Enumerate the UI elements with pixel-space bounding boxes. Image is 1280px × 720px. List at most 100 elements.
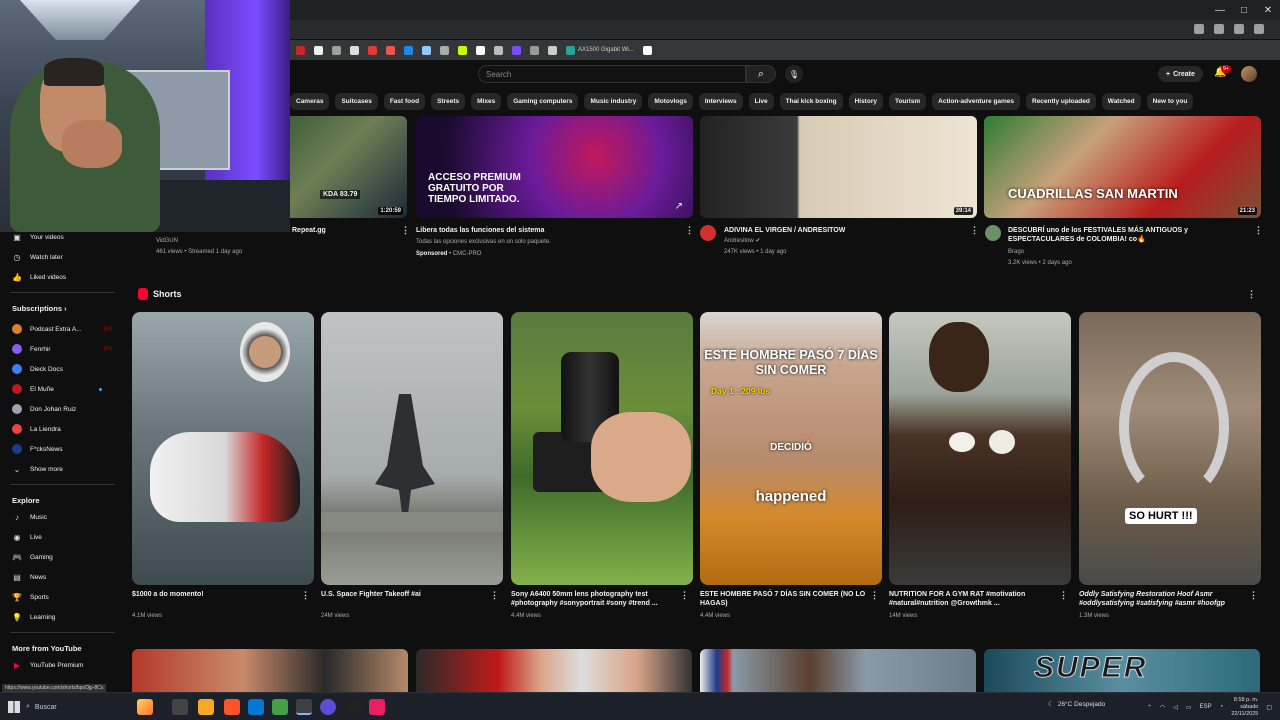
video-thumbnail[interactable]: KDA 83.79 1:20:59 bbox=[290, 116, 407, 218]
bookmark-icon[interactable] bbox=[332, 45, 341, 55]
sidebar-item-subscription[interactable]: F*cksNews bbox=[12, 442, 112, 456]
chip[interactable]: Music industry bbox=[584, 93, 643, 110]
chip[interactable]: Watched bbox=[1101, 93, 1141, 110]
bookmark-icon[interactable] bbox=[512, 45, 521, 55]
chip[interactable]: Streets bbox=[431, 93, 466, 110]
external-link-icon[interactable]: ↗ bbox=[675, 201, 683, 212]
more-vert-icon[interactable]: ⋮ bbox=[301, 590, 310, 601]
windows-start-icon[interactable] bbox=[8, 701, 20, 713]
video-title[interactable]: ADIVINA EL VIRGEN / ANDRESITOW bbox=[724, 226, 964, 235]
tiktok-icon[interactable] bbox=[369, 699, 385, 715]
weather-widget[interactable]: ☾ 26°C Despejado bbox=[1048, 700, 1105, 709]
notification-center-icon[interactable]: ▢ bbox=[1266, 704, 1272, 711]
more-vert-icon[interactable]: ⋮ bbox=[680, 590, 689, 601]
channel-name[interactable]: VidGUN bbox=[156, 237, 178, 245]
bookmark-star-icon[interactable] bbox=[1234, 24, 1244, 34]
search-input[interactable]: Search bbox=[478, 65, 746, 83]
short-thumbnail[interactable] bbox=[889, 312, 1071, 585]
chip[interactable]: Cameras bbox=[290, 93, 330, 110]
sidebar-item-youtube-premium[interactable]: ▶ YouTube Premium bbox=[12, 658, 83, 672]
bookmark-icon[interactable] bbox=[548, 45, 557, 55]
video-thumbnail[interactable] bbox=[132, 649, 408, 692]
bookmark-icon[interactable] bbox=[422, 45, 431, 55]
close-window-button[interactable]: ✕ bbox=[1256, 0, 1280, 20]
chip[interactable]: Recently uploaded bbox=[1026, 93, 1096, 110]
brave-icon[interactable] bbox=[224, 699, 240, 715]
chip[interactable]: New to you bbox=[1146, 93, 1194, 110]
avatar[interactable] bbox=[1241, 66, 1257, 82]
bookmark-icon[interactable] bbox=[440, 45, 449, 55]
chip[interactable]: Tourism bbox=[888, 93, 927, 110]
chrome-icon[interactable] bbox=[296, 699, 312, 715]
minimize-button[interactable]: — bbox=[1208, 0, 1232, 20]
sidebar-item-watch-later[interactable]: ◷ Watch later bbox=[12, 250, 63, 264]
chevron-up-icon[interactable]: ⌃ bbox=[1147, 704, 1152, 711]
sidebar-item-subscription[interactable]: El Muñe bbox=[12, 382, 102, 396]
translate-icon[interactable] bbox=[1194, 24, 1204, 34]
search-button[interactable]: ⌕ bbox=[746, 65, 776, 83]
more-vert-icon[interactable]: ⋮ bbox=[685, 225, 694, 236]
cast-icon[interactable] bbox=[1214, 24, 1224, 34]
sidebar-item-subscription[interactable]: Fenrhir ((•)) bbox=[12, 342, 112, 356]
bookmark-router[interactable]: AX1500 Gigabit Wi... bbox=[566, 45, 634, 55]
short-thumbnail[interactable]: ESTE HOMBRE PASÓ 7 DÍAS SIN COMER Day 1 … bbox=[700, 312, 882, 585]
sidebar-item-gaming[interactable]: 🎮 Gaming bbox=[12, 550, 53, 564]
channel-avatar[interactable] bbox=[985, 225, 1001, 241]
bookmark-icon[interactable] bbox=[494, 45, 503, 55]
channel-name[interactable]: Andresitow ✔ bbox=[724, 237, 760, 245]
voice-search-button[interactable]: 🎙 bbox=[785, 65, 803, 83]
bookmark-icon[interactable] bbox=[476, 45, 485, 55]
sidebar-show-more[interactable]: ⌄ Show more bbox=[12, 462, 63, 476]
sidebar-item-subscription[interactable]: Podcast Extra A... ((•)) bbox=[12, 322, 112, 336]
short-thumbnail[interactable] bbox=[511, 312, 693, 585]
video-title[interactable]: DESCUBRÍ uno de los FESTIVALES MÁS ANTIG… bbox=[1008, 226, 1243, 244]
more-vert-icon[interactable]: ⋮ bbox=[870, 590, 879, 601]
bookmark-icon[interactable] bbox=[530, 45, 539, 55]
chip[interactable]: History bbox=[848, 93, 883, 110]
sidebar-item-news[interactable]: ▤ News bbox=[12, 570, 46, 584]
sidebar-item-learning[interactable]: 💡 Learning bbox=[12, 610, 55, 624]
wifi-status-icon[interactable]: ◔ bbox=[1220, 704, 1224, 710]
video-thumbnail[interactable]: 39:14 bbox=[700, 116, 977, 218]
obs-icon[interactable] bbox=[320, 699, 336, 715]
video-thumbnail[interactable] bbox=[416, 649, 692, 692]
more-vert-icon[interactable]: ⋮ bbox=[1059, 590, 1068, 601]
bookmark-icon[interactable] bbox=[314, 45, 323, 55]
bookmark-icon[interactable] bbox=[458, 45, 467, 55]
create-button[interactable]: + Create bbox=[1158, 66, 1203, 82]
chip[interactable]: Motovlogs bbox=[648, 93, 693, 110]
sidebar-item-music[interactable]: ♪ Music bbox=[12, 510, 47, 524]
more-vert-icon[interactable]: ⋮ bbox=[401, 225, 410, 236]
short-thumbnail[interactable] bbox=[132, 312, 314, 585]
copilot-icon[interactable] bbox=[137, 699, 153, 715]
sidebar-item-subscription[interactable]: Dieck Docs bbox=[12, 362, 112, 376]
bookmark-icon[interactable] bbox=[350, 45, 359, 55]
app-icon[interactable] bbox=[345, 699, 361, 715]
task-view-icon[interactable] bbox=[172, 699, 188, 715]
file-explorer-icon[interactable] bbox=[198, 699, 214, 715]
wifi-icon[interactable]: ◠ bbox=[1160, 704, 1165, 711]
subscriptions-heading[interactable]: Subscriptions › bbox=[12, 304, 67, 313]
sidebar-item-your-videos[interactable]: ▣ Your videos bbox=[12, 230, 64, 244]
short-title[interactable]: Sony A6400 50mm lens photography test #p… bbox=[511, 590, 681, 608]
maximize-button[interactable]: □ bbox=[1232, 0, 1256, 20]
more-vert-icon[interactable]: ⋮ bbox=[1247, 289, 1256, 300]
sidebar-item-live[interactable]: ◉ Live bbox=[12, 530, 42, 544]
channel-avatar[interactable] bbox=[700, 225, 716, 241]
chip[interactable]: Fast food bbox=[383, 93, 426, 110]
ad-title[interactable]: Libera todas las funciones del sistema bbox=[416, 226, 676, 235]
channel-name[interactable]: Brago bbox=[1008, 248, 1024, 256]
video-thumbnail[interactable]: CUADRILLAS SAN MARTIN 21:23 bbox=[984, 116, 1261, 218]
chip[interactable]: Interviews bbox=[698, 93, 743, 110]
more-vert-icon[interactable]: ⋮ bbox=[1254, 225, 1263, 236]
chip[interactable]: Action-adventure games bbox=[932, 93, 1020, 110]
extension-icon[interactable] bbox=[1254, 24, 1264, 34]
battery-icon[interactable]: ▭ bbox=[1186, 704, 1192, 711]
short-thumbnail[interactable]: SO HURT !!! bbox=[1079, 312, 1261, 585]
chip[interactable]: Suitcases bbox=[335, 93, 378, 110]
more-vert-icon[interactable]: ⋮ bbox=[1249, 590, 1258, 601]
short-title[interactable]: U.S. Space Fighter Takeoff #ai bbox=[321, 590, 491, 599]
video-thumbnail[interactable]: SUPER bbox=[984, 649, 1260, 692]
bookmark-icon[interactable] bbox=[642, 45, 652, 55]
chip[interactable]: Thai kick boxing bbox=[779, 93, 843, 110]
